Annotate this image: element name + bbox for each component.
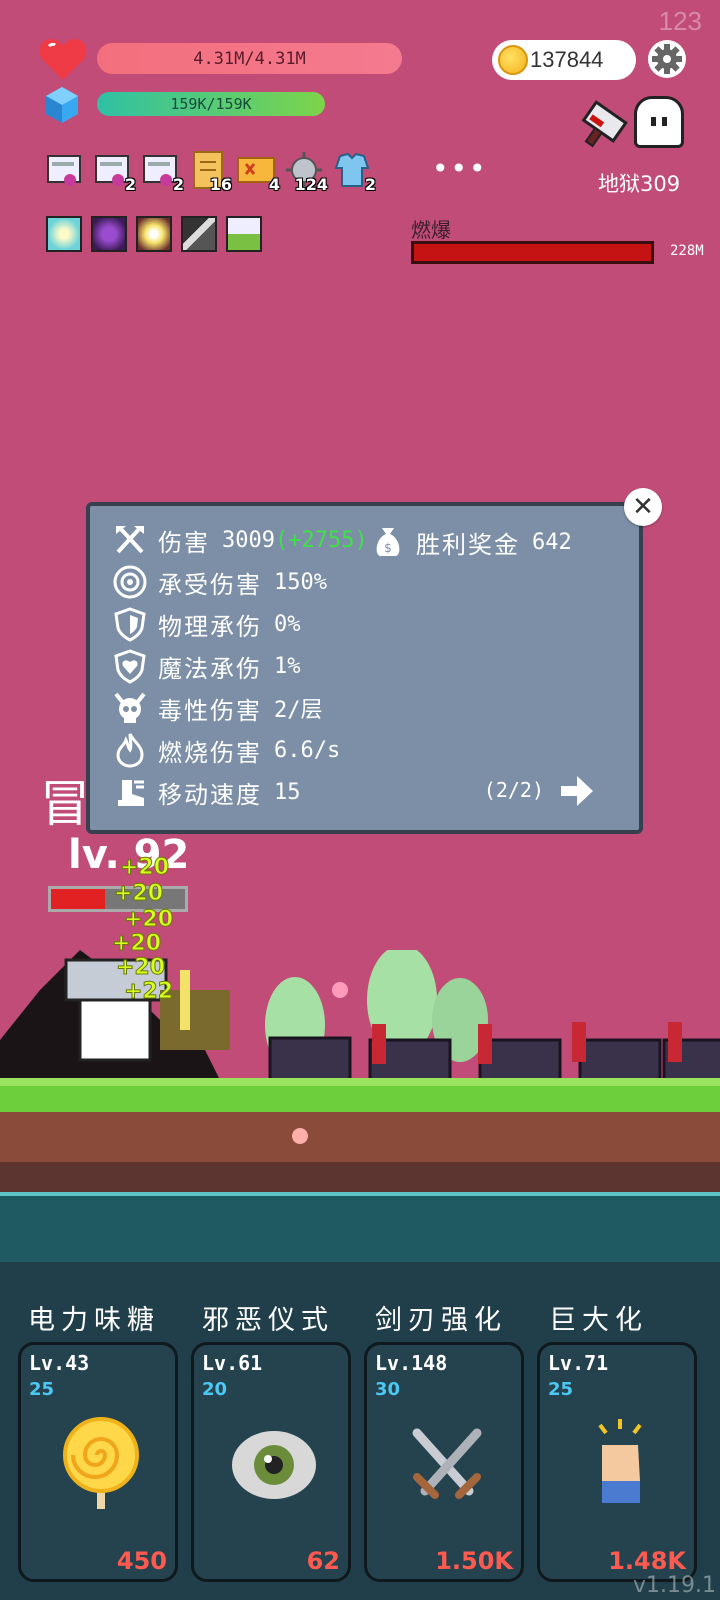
horned-skull-icon xyxy=(114,692,146,723)
boss-name: 燃爆 xyxy=(411,218,451,242)
crossed-swords-icon xyxy=(412,1428,482,1499)
cleaver-boss-icon xyxy=(581,100,628,148)
scroll-purple-icon[interactable] xyxy=(44,150,84,190)
skill-title: 电力味糖 xyxy=(28,1305,160,1336)
eye-icon xyxy=(232,1431,316,1499)
close-button[interactable]: ✕ xyxy=(624,488,662,526)
flame-icon xyxy=(116,733,144,768)
shield-icon xyxy=(114,607,146,642)
gear-icon[interactable] xyxy=(646,38,688,80)
mana-bar: 159K/159K xyxy=(97,92,325,116)
version-label: v1.19.1 xyxy=(633,1573,716,1598)
skill-card-evil-ritual[interactable]: Lv.61 20 62 xyxy=(191,1342,351,1582)
hero-hp-fill xyxy=(51,889,105,909)
explosion-buff-icon[interactable] xyxy=(136,216,172,252)
skill-panel: 电力味糖 邪恶仪式 剑刃强化 巨大化 Lv.43 25 450 Lv.61 20… xyxy=(0,1262,720,1600)
skill-card-blade-boost[interactable]: Lv.148 30 1.50K xyxy=(364,1342,524,1582)
coin-counter: 137844 xyxy=(492,40,636,80)
victory-reward: $ 胜利奖金 642 xyxy=(370,524,572,560)
svg-text:+20: +20 xyxy=(124,907,173,932)
map-scroll-icon[interactable]: 16 xyxy=(188,150,232,194)
stat-poison-damage: 毒性伤害 2/层 xyxy=(112,690,323,726)
coin-icon xyxy=(498,45,528,75)
crossed-axes-icon xyxy=(116,526,144,554)
hp-bar: 4.31M/4.31M xyxy=(97,43,402,74)
coin-value: 137844 xyxy=(530,47,604,72)
svg-text:+20: +20 xyxy=(112,931,161,956)
stat-damage: 伤害 3009 (+2755) xyxy=(112,522,368,558)
inventory-row: 2 2 16 4 124 2 xyxy=(44,150,376,194)
fps-counter: 123 xyxy=(658,6,702,36)
stat-physical-resist: 物理承伤 0% xyxy=(112,606,301,642)
more-items-button[interactable]: ••• xyxy=(432,152,488,185)
boss-hp-bar xyxy=(411,241,654,264)
ticket-icon[interactable]: 4 xyxy=(236,150,280,194)
armor-icon[interactable]: 2 xyxy=(332,150,376,194)
skill-title: 剑刃强化 xyxy=(375,1305,507,1336)
winged-boot-icon xyxy=(118,780,144,806)
stat-damage-taken: 承受伤害 150% xyxy=(112,564,327,600)
svg-text:+20: +20 xyxy=(114,881,163,906)
ghost-avatar-icon[interactable] xyxy=(634,96,684,148)
demon-buff-icon[interactable] xyxy=(91,216,127,252)
page-indicator: (2/2) xyxy=(483,778,544,802)
light-burst-buff-icon[interactable] xyxy=(46,216,82,252)
svg-text:$: $ xyxy=(384,541,392,555)
money-bag-icon: $ xyxy=(376,528,400,556)
skill-title: 巨大化 xyxy=(549,1305,648,1336)
buff-row xyxy=(46,216,262,252)
scroll-purple-icon[interactable]: 2 xyxy=(92,150,136,194)
skill-title: 邪恶仪式 xyxy=(202,1305,334,1336)
hero-name: 冒 xyxy=(40,775,90,833)
stat-burn-damage: 燃烧伤害 6.6/s xyxy=(112,732,340,768)
lollipop-icon xyxy=(63,1417,139,1509)
battle-scene xyxy=(0,950,720,1270)
skill-card-giant[interactable]: Lv.71 25 1.48K xyxy=(537,1342,697,1582)
svg-text:+20: +20 xyxy=(116,955,165,980)
target-icon xyxy=(113,565,147,599)
stats-dialog: 伤害 3009 (+2755) $ 胜利奖金 642 承受伤害 150% 物理承… xyxy=(86,502,643,834)
fist-icon xyxy=(598,1419,642,1503)
spiked-ball-icon[interactable]: 124 xyxy=(284,150,328,194)
svg-text:+20: +20 xyxy=(120,855,169,880)
scroll-purple-icon[interactable]: 2 xyxy=(140,150,184,194)
stage-label: 地狱309 xyxy=(598,172,681,196)
stat-move-speed: 移动速度 15 xyxy=(112,774,301,810)
stat-magic-resist: 魔法承伤 1% xyxy=(112,648,301,684)
svg-text:+22: +22 xyxy=(124,979,173,1004)
sprout-buff-icon[interactable] xyxy=(226,216,262,252)
skill-card-lollipop[interactable]: Lv.43 25 450 xyxy=(18,1342,178,1582)
arrow-right-icon[interactable] xyxy=(559,774,595,808)
mana-gem-icon xyxy=(46,87,78,123)
blade-buff-icon[interactable] xyxy=(181,216,217,252)
heart-icon xyxy=(39,39,87,80)
boss-hp-value: 228M xyxy=(670,243,704,259)
damage-popups: +20 +20 +20 +20 +20 +22 xyxy=(112,855,174,1005)
heart-shield-icon xyxy=(114,649,146,684)
